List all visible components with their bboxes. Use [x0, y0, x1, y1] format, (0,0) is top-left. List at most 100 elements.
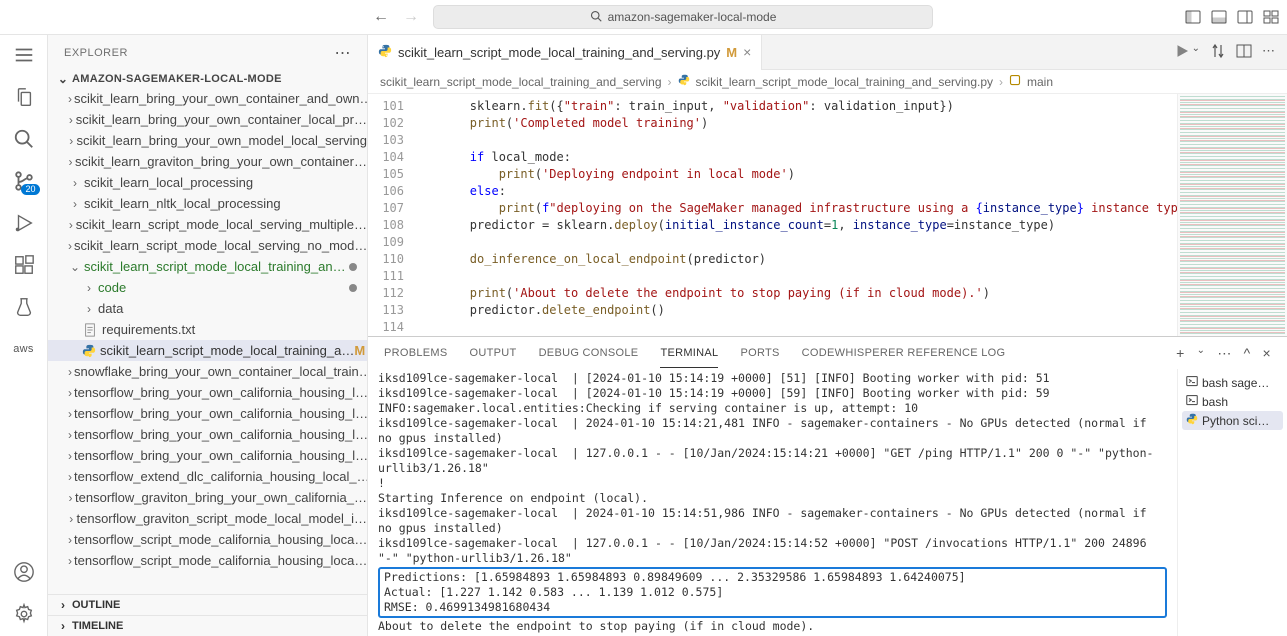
tree-folder[interactable]: ›scikit_learn_script_mode_local_serving_… [48, 214, 367, 235]
explorer-icon[interactable] [12, 85, 36, 109]
tree-folder[interactable]: ›scikit_learn_graviton_bring_your_own_co… [48, 151, 367, 172]
tree-item-label: requirements.txt [102, 322, 195, 337]
run-debug-icon[interactable] [12, 211, 36, 235]
chevron-right-icon: › [68, 533, 72, 547]
minimap[interactable] [1177, 94, 1287, 336]
file-tree[interactable]: ⌄ AMAZON-SAGEMAKER-LOCAL-MODE ›scikit_le… [48, 70, 367, 594]
split-editor-icon[interactable] [1236, 43, 1252, 62]
chevron-right-icon: › [68, 365, 72, 379]
panel-tab-problems[interactable]: PROBLEMS [384, 339, 448, 367]
tree-item-label: scikit_learn_bring_your_own_model_local_… [76, 133, 367, 148]
breadcrumb-folder[interactable]: scikit_learn_script_mode_local_training_… [380, 75, 662, 89]
run-dropdown-icon[interactable]: ⌄ [1192, 43, 1200, 62]
terminal-output[interactable]: iksd109lce-sagemaker-local | [2024-01-10… [368, 369, 1177, 636]
editor-tab[interactable]: scikit_learn_script_mode_local_training_… [368, 35, 762, 70]
menu-icon[interactable] [12, 43, 36, 67]
explorer-more-icon[interactable]: ⋯ [335, 43, 352, 63]
tree-folder[interactable]: ›scikit_learn_nltk_local_processing [48, 193, 367, 214]
sidebar-section-timeline[interactable]: ›TIMELINE [48, 615, 367, 636]
tree-item-label: scikit_learn_script_mode_local_serving_m… [76, 217, 367, 232]
chevron-right-icon: › [999, 75, 1003, 89]
maximize-panel-icon[interactable]: ^ [1244, 345, 1251, 362]
panel-more-icon[interactable]: ⋯ [1217, 345, 1231, 362]
tree-folder[interactable]: ›tensorflow_bring_your_own_california_ho… [48, 403, 367, 424]
tree-folder[interactable]: ⌄scikit_learn_script_mode_local_training… [48, 256, 367, 277]
tree-item-label: tensorflow_script_mode_california_housin… [74, 532, 367, 547]
terminal-icon [1186, 394, 1198, 409]
panel-tab-codewhisperer-reference-log[interactable]: CODEWHISPERER REFERENCE LOG [802, 339, 1006, 367]
editor-tabs: scikit_learn_script_mode_local_training_… [368, 35, 1287, 70]
aws-icon[interactable]: aws [12, 337, 36, 361]
tree-item-label: tensorflow_graviton_script_mode_local_mo… [77, 511, 368, 526]
search-text: amazon-sagemaker-local-mode [608, 10, 777, 24]
panel-tab-terminal[interactable]: TERMINAL [660, 339, 718, 368]
tree-folder[interactable]: ›tensorflow_bring_your_own_california_ho… [48, 424, 367, 445]
tree-file[interactable]: requirements.txt [48, 319, 367, 340]
search-activity-icon[interactable] [12, 127, 36, 151]
explorer-title: EXPLORER [64, 47, 128, 59]
tab-close-icon[interactable]: × [743, 44, 751, 60]
tree-folder[interactable]: ›tensorflow_bring_your_own_california_ho… [48, 382, 367, 403]
chevron-down-icon: ⌄ [68, 260, 82, 274]
tree-folder[interactable]: ›scikit_learn_local_processing [48, 172, 367, 193]
tab-modified-badge: M [726, 45, 737, 60]
panel-tab-ports[interactable]: PORTS [740, 339, 779, 367]
terminal-dropdown-icon[interactable]: ⌄ [1197, 345, 1206, 362]
layout-secondary-sidebar-icon[interactable] [1237, 9, 1253, 25]
tree-folder[interactable]: ›tensorflow_bring_your_own_california_ho… [48, 445, 367, 466]
tree-folder[interactable]: ›code [48, 277, 367, 298]
new-terminal-icon[interactable]: + [1176, 345, 1184, 362]
tree-item-label: snowflake_bring_your_own_container_local… [74, 364, 367, 379]
layout-customize-icon[interactable] [1263, 9, 1279, 25]
nav-back-icon[interactable]: ← [373, 8, 389, 26]
tree-item-label: scikit_learn_local_processing [84, 175, 253, 190]
tree-folder[interactable]: ›snowflake_bring_your_own_container_loca… [48, 361, 367, 382]
chevron-right-icon: › [68, 176, 82, 190]
accounts-icon[interactable] [12, 560, 36, 584]
terminal-list-item[interactable]: bash [1182, 392, 1283, 411]
bottom-panel: PROBLEMS OUTPUT DEBUG CONSOLE TERMINAL PORTS… [368, 336, 1287, 636]
tree-folder[interactable]: ›tensorflow_extend_dlc_california_housin… [48, 466, 367, 487]
panel-tab-debug-console[interactable]: DEBUG CONSOLE [539, 339, 639, 367]
chevron-right-icon: › [68, 512, 75, 526]
testing-icon[interactable] [12, 295, 36, 319]
terminal-list-item[interactable]: bash sage… [1182, 373, 1283, 392]
code-content[interactable]: sklearn.fit({"train": train_input, "vali… [412, 94, 1177, 336]
chevron-right-icon: › [56, 598, 70, 612]
workspace-root[interactable]: ⌄ AMAZON-SAGEMAKER-LOCAL-MODE [48, 70, 367, 88]
tree-item-label: tensorflow_bring_your_own_california_hou… [74, 448, 367, 463]
extensions-icon[interactable] [12, 253, 36, 277]
tree-folder[interactable]: ›scikit_learn_script_mode_local_serving_… [48, 235, 367, 256]
tree-file[interactable]: scikit_learn_script_mode_local_training_… [48, 340, 367, 361]
run-button-icon[interactable] [1174, 43, 1190, 62]
tree-folder[interactable]: ›tensorflow_graviton_script_mode_local_m… [48, 508, 367, 529]
chevron-down-icon: ⌄ [56, 72, 70, 86]
tree-folder[interactable]: ›scikit_learn_bring_your_own_container_a… [48, 88, 367, 109]
tree-item-label: tensorflow_script_mode_california_housin… [74, 553, 367, 568]
panel-tab-output[interactable]: OUTPUT [470, 339, 517, 367]
tree-folder[interactable]: ›data [48, 298, 367, 319]
close-panel-icon[interactable]: × [1263, 345, 1271, 362]
terminal-list-item[interactable]: Python sci… [1182, 411, 1283, 430]
tree-folder[interactable]: ›tensorflow_graviton_bring_your_own_cali… [48, 487, 367, 508]
code-editor[interactable]: 1011021031041051061071081091101111121131… [368, 94, 1287, 336]
breadcrumb[interactable]: scikit_learn_script_mode_local_training_… [368, 70, 1287, 94]
source-control-icon[interactable]: 20 [12, 169, 36, 193]
chevron-right-icon: › [68, 155, 73, 169]
breadcrumb-file[interactable]: scikit_learn_script_mode_local_training_… [696, 75, 994, 89]
tree-folder[interactable]: ›scikit_learn_bring_your_own_container_l… [48, 109, 367, 130]
python-file-icon [678, 74, 690, 89]
tree-folder[interactable]: ›tensorflow_script_mode_california_housi… [48, 529, 367, 550]
tree-folder[interactable]: ›tensorflow_script_mode_california_housi… [48, 550, 367, 571]
more-actions-icon[interactable]: ⋯ [1262, 43, 1275, 62]
tree-folder[interactable]: ›scikit_learn_bring_your_own_model_local… [48, 130, 367, 151]
command-center[interactable]: amazon-sagemaker-local-mode [433, 5, 933, 29]
sidebar-section-outline[interactable]: ›OUTLINE [48, 594, 367, 615]
settings-gear-icon[interactable] [12, 602, 36, 626]
chevron-right-icon: › [68, 449, 72, 463]
compare-changes-icon[interactable] [1210, 43, 1226, 62]
layout-primary-sidebar-icon[interactable] [1185, 9, 1201, 25]
breadcrumb-symbol[interactable]: main [1027, 75, 1053, 89]
layout-panel-icon[interactable] [1211, 9, 1227, 25]
modified-badge: M [354, 343, 365, 358]
